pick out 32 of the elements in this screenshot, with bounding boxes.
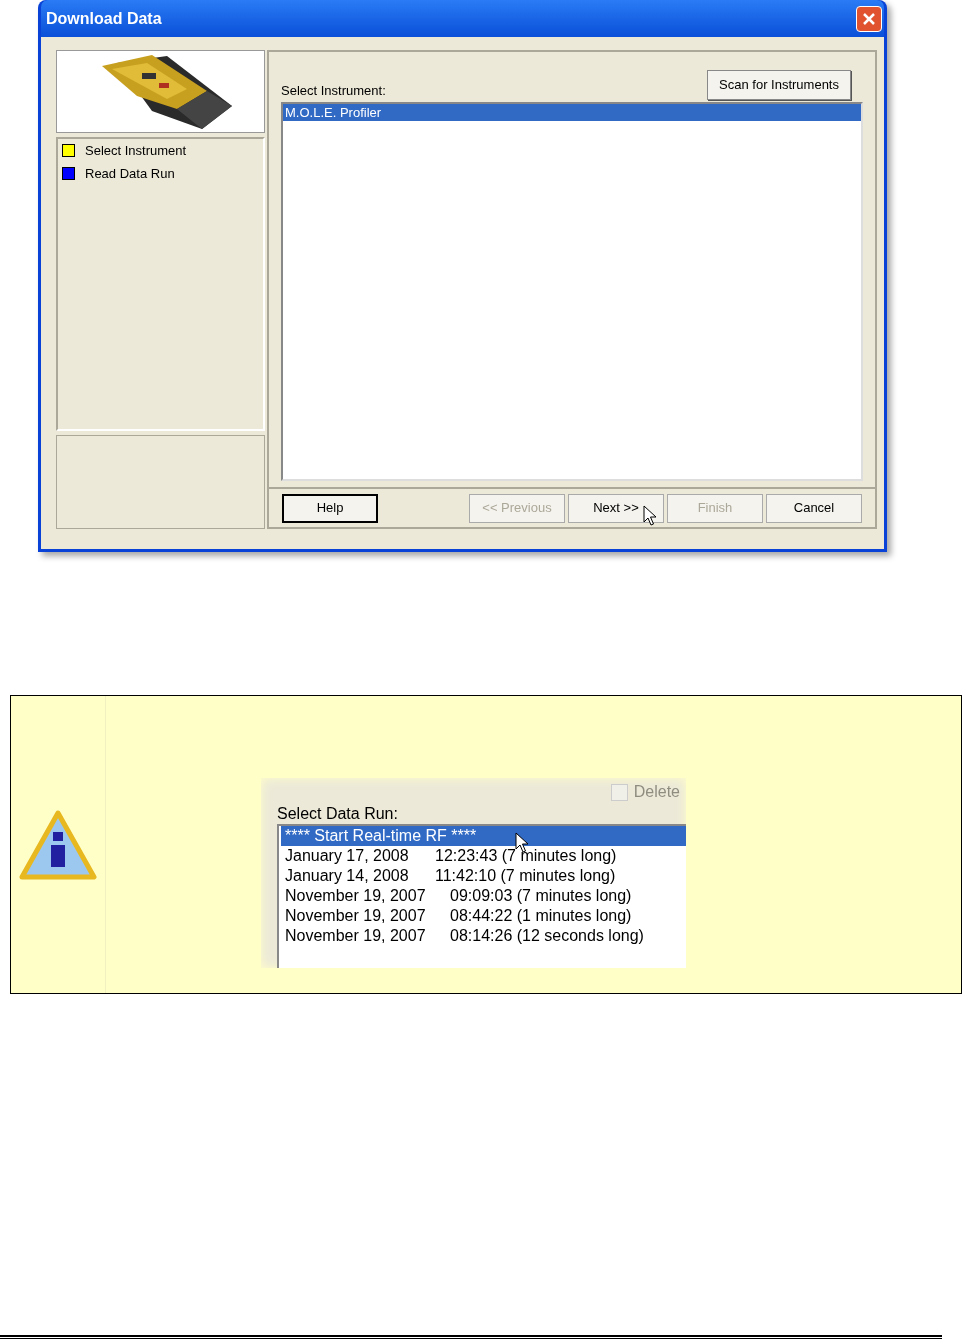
data-run-item[interactable]: November 19, 2007 08:14:26 (12 seconds long) (281, 926, 686, 946)
info-warning-icon (19, 809, 97, 880)
window-title: Download Data (46, 8, 162, 29)
run-date: November 19, 2007 (285, 926, 427, 946)
run-date: January 14, 2008 (285, 866, 410, 886)
dialog-button[interactable]: Help (282, 493, 378, 523)
data-run-item[interactable]: November 19, 2007 08:44:22 (1 minutes long) (281, 906, 686, 926)
field-label: Select Instrument: (281, 81, 386, 100)
data-run-item[interactable]: November 19, 2007 09:09:03 (7 minutes long) (281, 886, 686, 906)
checkbox-label: Delete (633, 782, 680, 802)
dialog-button[interactable]: Cancel (766, 493, 862, 523)
scan-button[interactable]: Scan for Instruments (707, 70, 851, 100)
run-time: 08:14:26 (12 seconds long) (450, 926, 644, 946)
run-time: 08:44:22 (1 minutes long) (450, 906, 632, 926)
run-time: 12:23:43 (7 minutes long) (435, 846, 617, 866)
data-run-item[interactable]: **** Start Real-time RF **** (281, 826, 686, 846)
field-label: Select Data Run: (277, 804, 399, 824)
run-date: November 19, 2007 (285, 886, 427, 906)
step-label: Select Instrument (85, 142, 187, 160)
close-button[interactable] (856, 5, 882, 32)
run-time: 09:09:03 (7 minutes long) (450, 886, 632, 906)
run-date: November 19, 2007 (285, 906, 427, 926)
run-date: **** Start Real-time RF **** (285, 826, 477, 846)
dialog-button[interactable]: Next >> (568, 493, 664, 523)
pointer-cursor (643, 505, 657, 527)
run-date: January 17, 2008 (285, 846, 410, 866)
step-label: Read Data Run (85, 164, 175, 183)
run-time: 11:42:10 (7 minutes long) (435, 866, 616, 886)
instrument-item[interactable]: M.O.L.E. Profiler (283, 104, 861, 121)
close-icon (862, 11, 876, 26)
data-run-item[interactable]: January 17, 2008 12:23:43 (7 minutes long) (281, 846, 686, 866)
data-run-item[interactable]: January 14, 2008 11:42:10 (7 minutes long) (281, 866, 686, 886)
